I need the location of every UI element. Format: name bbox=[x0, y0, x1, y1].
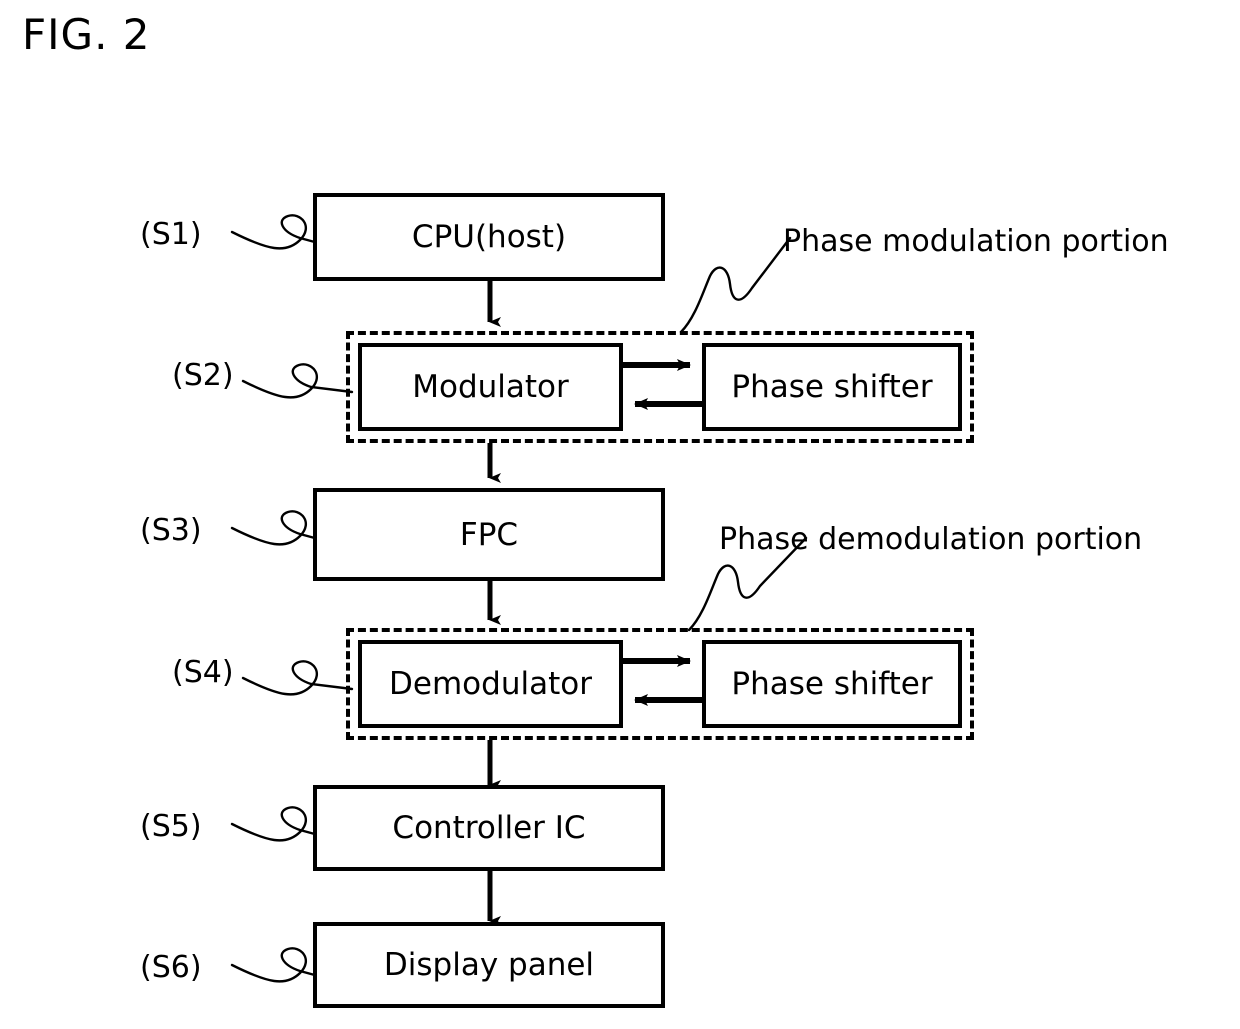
node-controller-ic[interactable]: Controller IC bbox=[313, 785, 665, 871]
node-demodulator-label: Demodulator bbox=[389, 666, 592, 702]
node-phase-shifter-bottom[interactable]: Phase shifter bbox=[702, 640, 962, 728]
step-label-s3: (S3) bbox=[140, 513, 202, 548]
node-fpc-label: FPC bbox=[459, 516, 519, 553]
step-label-s6: (S6) bbox=[140, 950, 202, 985]
step-label-s4: (S4) bbox=[172, 655, 234, 690]
node-modulator-label: Modulator bbox=[412, 369, 569, 405]
step-label-s2: (S2) bbox=[172, 358, 234, 393]
node-cpu-host[interactable]: CPU(host) bbox=[313, 193, 665, 281]
node-phase-shifter-top-label: Phase shifter bbox=[731, 369, 933, 405]
node-phase-shifter-top[interactable]: Phase shifter bbox=[702, 343, 962, 431]
node-display-panel-label: Display panel bbox=[383, 947, 595, 983]
step-label-s1: (S1) bbox=[140, 217, 202, 252]
node-phase-shifter-bottom-label: Phase shifter bbox=[731, 666, 933, 702]
figure-root: FIG. 2 CPU(host) Modulator Phase shifter… bbox=[0, 0, 1240, 1029]
leader-line-s5 bbox=[230, 806, 324, 842]
node-cpu-host-label: CPU(host) bbox=[411, 219, 567, 255]
node-display-panel[interactable]: Display panel bbox=[313, 922, 665, 1008]
node-controller-ic-label: Controller IC bbox=[392, 810, 586, 846]
node-modulator[interactable]: Modulator bbox=[358, 343, 623, 431]
node-demodulator[interactable]: Demodulator bbox=[358, 640, 623, 728]
caption-phase-modulation-portion: Phase modulation portion bbox=[783, 224, 1169, 259]
leader-line-phase-modulation bbox=[679, 236, 792, 334]
caption-phase-demodulation-portion: Phase demodulation portion bbox=[719, 522, 1143, 557]
step-label-s5: (S5) bbox=[140, 809, 202, 844]
leader-line-s2 bbox=[241, 363, 354, 399]
leader-line-s3 bbox=[230, 510, 324, 546]
leader-line-s1 bbox=[230, 214, 324, 250]
figure-title: FIG. 2 bbox=[22, 10, 151, 59]
leader-line-s4 bbox=[241, 660, 354, 696]
leader-line-s6 bbox=[230, 947, 324, 983]
node-fpc[interactable]: FPC bbox=[313, 488, 665, 581]
